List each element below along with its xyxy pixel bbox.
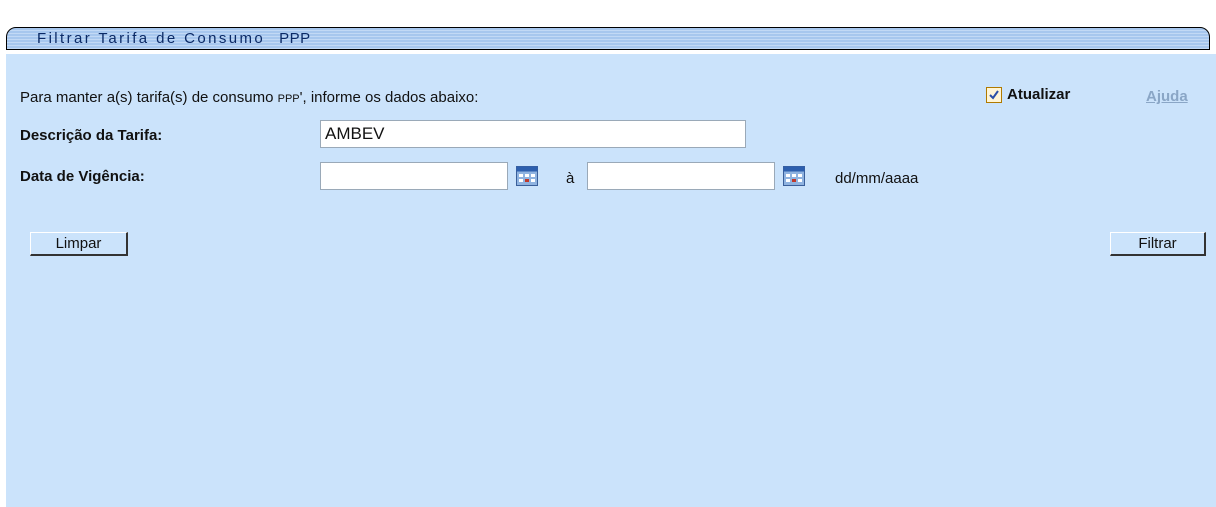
data-fim-input[interactable] xyxy=(587,162,775,190)
atualizar-label: Atualizar xyxy=(1007,86,1071,103)
instruction-prefix: Para manter a(s) tarifa(s) de consumo xyxy=(20,89,274,106)
descricao-input[interactable] xyxy=(320,120,746,148)
data-vigencia-label: Data de Vigência: xyxy=(20,168,145,185)
atualizar-checkbox[interactable] xyxy=(986,86,1002,103)
ajuda-link[interactable]: Ajuda xyxy=(1146,88,1188,105)
atualizar-checkbox-group[interactable]: Atualizar xyxy=(986,86,1070,103)
title-bar: Filtrar Tarifa de Consumo PPP xyxy=(6,14,1216,54)
page-title: Filtrar Tarifa de Consumo PPP xyxy=(37,30,311,47)
date-format-hint: dd/mm/aaaa xyxy=(835,170,919,187)
page-title-tag: PPP xyxy=(279,30,311,47)
title-tab: Filtrar Tarifa de Consumo PPP xyxy=(6,27,1210,50)
checkmark-icon xyxy=(989,89,999,100)
descricao-label: Descrição da Tarifa: xyxy=(20,127,163,144)
page-title-text: Filtrar Tarifa de Consumo xyxy=(37,30,266,47)
calendar-icon[interactable] xyxy=(516,166,538,186)
data-inicio-input[interactable] xyxy=(320,162,508,190)
filtrar-button[interactable]: Filtrar xyxy=(1110,232,1206,256)
instruction-tag: PPP xyxy=(277,93,300,105)
instruction-text: Para manter a(s) tarifa(s) de consumo PP… xyxy=(20,89,478,106)
limpar-button[interactable]: Limpar xyxy=(30,232,128,256)
instruction-suffix: ', informe os dados abaixo: xyxy=(299,89,479,106)
calendar-icon[interactable] xyxy=(783,166,805,186)
date-separator: à xyxy=(566,170,575,187)
